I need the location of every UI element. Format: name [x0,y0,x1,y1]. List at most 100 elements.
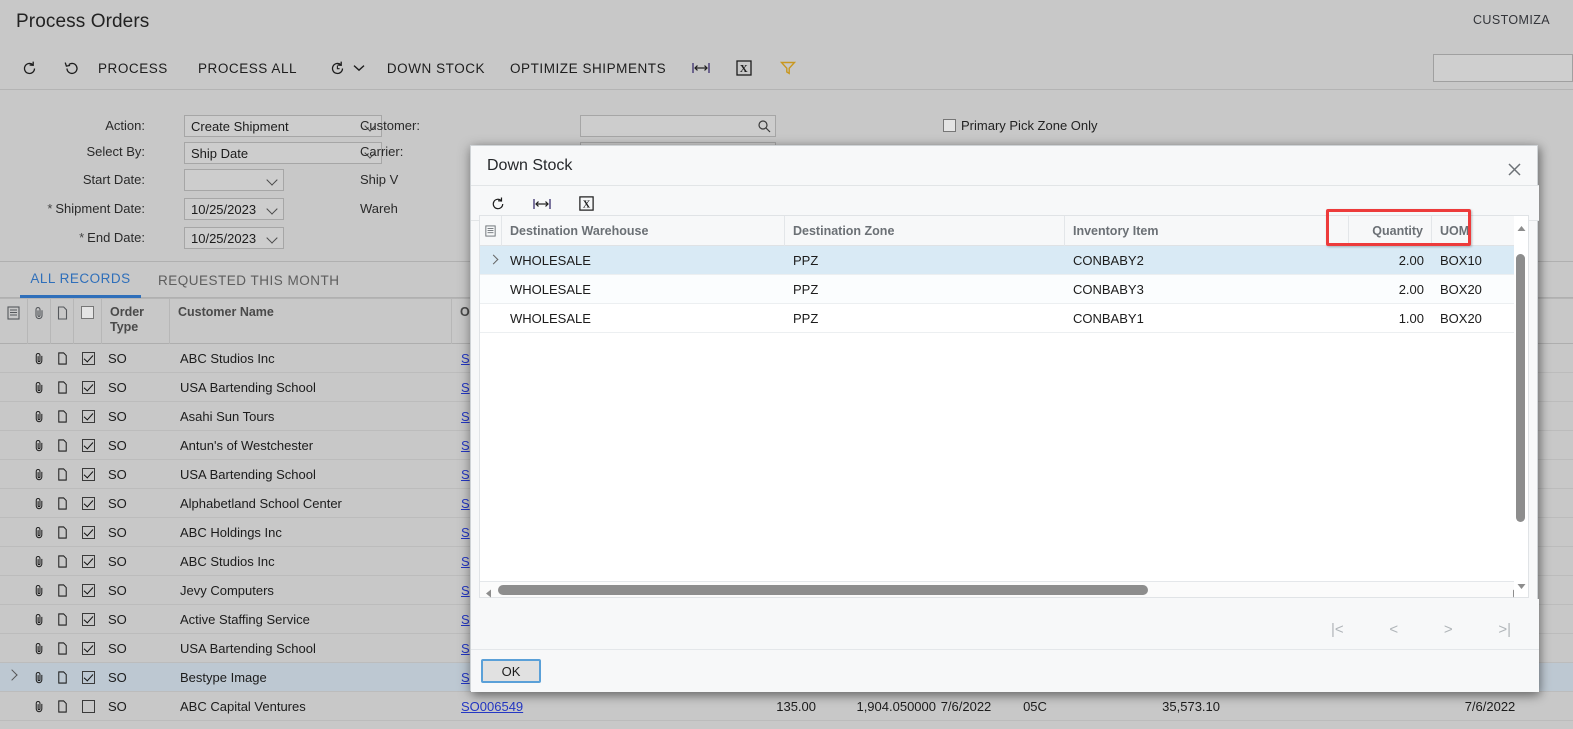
checkbox-icon[interactable] [81,380,95,394]
table-row[interactable]: WHOLESALE PPZ CONBABY1 1.00 BOX20 [480,304,1524,333]
checkbox-icon[interactable] [81,306,94,319]
note-icon[interactable] [51,663,74,691]
checkbox-icon[interactable] [81,670,95,684]
column-uom[interactable]: UOM [1432,216,1524,246]
checkbox-icon[interactable] [81,583,95,597]
attachment-icon[interactable] [28,576,51,604]
column-inventory-item[interactable]: Inventory Item [1065,216,1349,246]
fit-columns-icon[interactable] [682,46,720,90]
scrollbar-thumb[interactable] [1516,254,1525,522]
column-quantity[interactable]: Quantity [1349,216,1432,246]
search-input[interactable] [1433,54,1573,82]
row-select-checkbox[interactable] [74,402,102,430]
row-select-checkbox[interactable] [74,605,102,633]
next-page-button[interactable]: > [1444,621,1453,638]
attachment-icon[interactable] [28,402,51,430]
note-icon[interactable] [51,460,74,488]
row-select-checkbox[interactable] [74,576,102,604]
attachment-icon[interactable] [28,431,51,459]
checkbox-icon[interactable] [81,438,95,452]
attachment-icon[interactable] [28,489,51,517]
grid-settings-icon[interactable] [480,216,502,246]
note-icon[interactable] [51,518,74,546]
checkbox-icon[interactable] [81,612,95,626]
attachment-icon[interactable] [28,460,51,488]
cell-order-nbr[interactable]: SO006549 [452,692,572,720]
checkbox-icon[interactable] [81,351,95,365]
column-order-type[interactable]: Order Type [102,299,170,345]
column-customer-name[interactable]: Customer Name [170,299,452,345]
process-all-button[interactable]: PROCESS ALL [198,46,297,90]
table-row[interactable]: SO ABC Capital Ventures SO006549 135.00 1,90… [0,692,1573,721]
scroll-up-icon[interactable] [1517,220,1526,235]
ok-button[interactable]: OK [481,659,541,683]
attachment-icon[interactable] [28,373,51,401]
row-select-checkbox[interactable] [74,634,102,662]
customization-menu[interactable]: CUSTOMIZA [1473,13,1573,27]
select-by-select[interactable]: Ship Date [184,142,382,164]
process-button[interactable]: PROCESS [98,46,168,90]
chevron-down-icon[interactable] [345,46,373,90]
last-page-button[interactable]: >| [1498,621,1511,638]
tab-all-records[interactable]: ALL RECORDS [20,262,141,298]
undo-icon[interactable] [53,46,91,90]
scroll-down-icon[interactable] [1517,578,1526,593]
note-icon[interactable] [51,402,74,430]
note-icon[interactable] [51,576,74,604]
note-icon[interactable] [51,634,74,662]
attachment-icon[interactable] [28,547,51,575]
close-icon[interactable] [1501,156,1527,182]
prev-page-button[interactable]: < [1389,621,1398,638]
filter-funnel-icon[interactable] [769,46,807,90]
row-select-checkbox[interactable] [74,692,102,720]
row-select-checkbox[interactable] [74,547,102,575]
first-page-button[interactable]: |< [1331,621,1344,638]
column-destination-warehouse[interactable]: Destination Warehouse [502,216,785,246]
end-date-input[interactable]: 10/25/2023 [184,227,284,249]
refresh-icon[interactable] [10,46,48,90]
row-select-checkbox[interactable] [74,344,102,372]
attachment-icon[interactable] [28,344,51,372]
select-all-checkbox[interactable] [74,299,102,345]
checkbox-icon[interactable] [943,119,956,132]
checkbox-icon[interactable] [81,525,95,539]
attachment-icon[interactable] [28,692,51,720]
note-icon[interactable] [51,547,74,575]
checkbox-icon[interactable] [81,699,95,713]
export-excel-icon[interactable]: X [725,46,763,90]
checkbox-icon[interactable] [81,496,95,510]
row-expand-icon[interactable] [488,254,499,265]
vertical-scrollbar[interactable] [1514,215,1529,598]
attachment-icon[interactable] [28,605,51,633]
row-select-checkbox[interactable] [74,489,102,517]
primary-pick-zone-checkbox-row[interactable]: Primary Pick Zone Only [943,118,1098,133]
customer-input[interactable] [580,115,776,137]
note-icon[interactable] [51,431,74,459]
table-row[interactable]: WHOLESALE PPZ CONBABY3 2.00 BOX20 [480,275,1524,304]
row-select-checkbox[interactable] [74,460,102,488]
horizontal-scrollbar[interactable] [480,581,1524,598]
row-select-checkbox[interactable] [74,663,102,691]
down-stock-button[interactable]: DOWN STOCK [385,46,487,90]
attachment-icon[interactable] [28,518,51,546]
shipment-date-input[interactable]: 10/25/2023 [184,198,284,220]
row-select-checkbox[interactable] [74,518,102,546]
note-icon[interactable] [51,373,74,401]
action-select[interactable]: Create Shipment [184,115,382,137]
note-icon[interactable] [51,692,74,720]
row-expand-icon[interactable] [6,669,18,681]
checkbox-icon[interactable] [81,554,95,568]
scrollbar-thumb[interactable] [498,585,1148,595]
note-icon[interactable] [51,489,74,517]
note-icon[interactable] [51,344,74,372]
checkbox-icon[interactable] [81,641,95,655]
optimize-shipments-button[interactable]: OPTIMIZE SHIPMENTS [510,46,666,90]
attachment-icon[interactable] [28,663,51,691]
attachment-icon[interactable] [28,634,51,662]
column-destination-zone[interactable]: Destination Zone [785,216,1065,246]
checkbox-icon[interactable] [81,409,95,423]
row-select-checkbox[interactable] [74,431,102,459]
checkbox-icon[interactable] [81,467,95,481]
row-select-checkbox[interactable] [74,373,102,401]
note-icon[interactable] [51,605,74,633]
